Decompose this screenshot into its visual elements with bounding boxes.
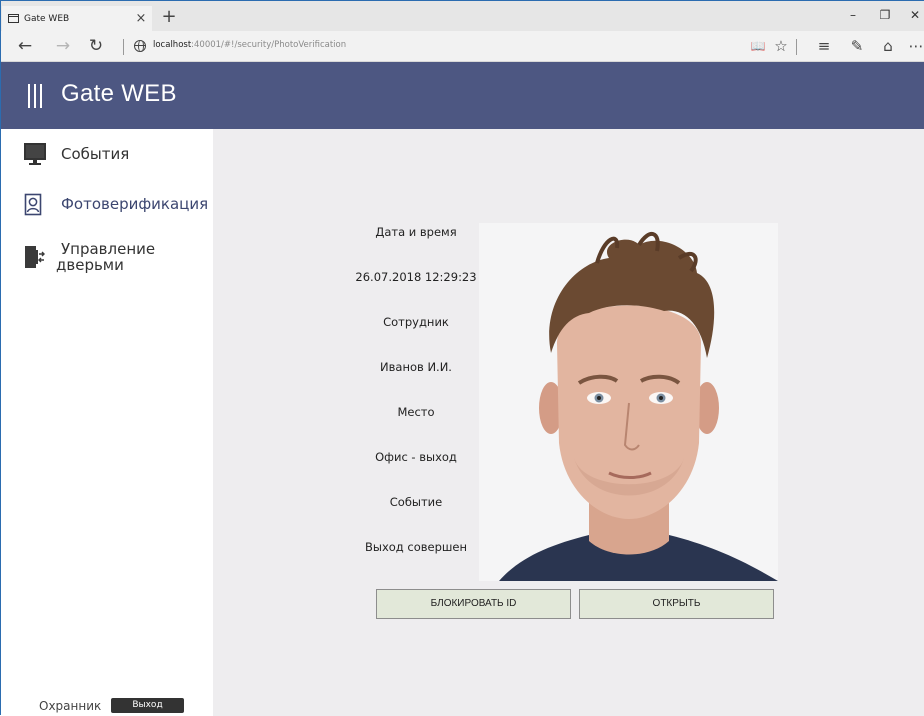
forward-button[interactable]: → [51,35,75,59]
employee-photo [479,223,778,581]
new-tab-button[interactable]: + [157,6,181,30]
app-header: Gate WEB [1,62,924,129]
sidebar-item-label: дверьми [56,256,124,274]
tab-strip: Gate WEB × + – ❐ ✕ [1,1,924,31]
open-door-button[interactable]: ОТКРЫТЬ [579,589,774,619]
sidebar-item-label: Управление [61,240,156,258]
datetime-value: 26.07.2018 12:29:23 [355,270,477,284]
user-role: Охранник [39,699,102,713]
browser-window: Gate WEB × + – ❐ ✕ ← → ↻ localhost:40001… [0,0,924,716]
refresh-button[interactable]: ↻ [84,35,108,59]
event-value: Выход совершен [364,540,468,554]
place-label: Место [397,405,435,419]
block-id-button[interactable]: БЛОКИРОВАТЬ ID [376,589,571,619]
place-value: Офис - выход [375,450,457,464]
nav-divider [123,39,124,55]
employee-value: Иванов И.И. [380,360,452,374]
restore-button[interactable]: ❐ [873,8,897,22]
sidebar-item-label: События [61,145,130,163]
datetime-label: Дата и время [375,225,457,239]
sidebar-item-events[interactable]: События [1,143,213,173]
web-note-icon[interactable]: ✎ [846,36,868,58]
minimize-button[interactable]: – [841,8,865,22]
app-title: Gate WEB [61,80,177,107]
event-label: Событие [389,495,443,509]
back-button[interactable]: ← [13,35,37,59]
url-path: :40001/#!/security/PhotoVerification [191,40,347,50]
toolbar-divider [796,39,797,55]
portrait-image [479,223,778,581]
logout-button[interactable]: Выход [111,698,184,713]
browser-tab[interactable]: Gate WEB × [2,6,152,31]
door-icon [25,246,45,268]
sidebar-item-label: Фотоверификация [61,195,209,213]
url-host: localhost [153,40,192,50]
employee-label: Сотрудник [383,315,449,329]
share-icon[interactable]: ⌂ [877,36,899,58]
sidebar: События Фотоверификация Управление дверь… [1,129,213,716]
id-portrait-icon [24,193,42,216]
menu-icon[interactable] [28,84,42,108]
favorite-star-icon[interactable]: ☆ [770,36,792,58]
close-window-button[interactable]: ✕ [903,8,924,22]
tab-title: Gate WEB [24,13,70,24]
more-icon[interactable]: ⋯ [905,36,924,58]
sidebar-item-photo-verification[interactable]: Фотоверификация [1,193,213,223]
reading-view-icon[interactable]: 📖 [747,36,769,58]
globe-icon [134,40,146,52]
hub-icon[interactable]: ≡ [813,36,835,58]
page-icon [8,14,19,23]
address-bar: ← → ↻ localhost:40001/#!/security/PhotoV… [1,31,924,62]
photo-verification-panel: Дата и время 26.07.2018 12:29:23 Сотрудн… [213,129,924,716]
sidebar-item-door-control[interactable]: Управление дверьми [1,241,213,281]
monitor-icon [24,143,46,165]
url-field[interactable]: localhost:40001/#!/security/PhotoVerific… [153,40,346,50]
tab-close-icon[interactable]: × [134,11,148,26]
